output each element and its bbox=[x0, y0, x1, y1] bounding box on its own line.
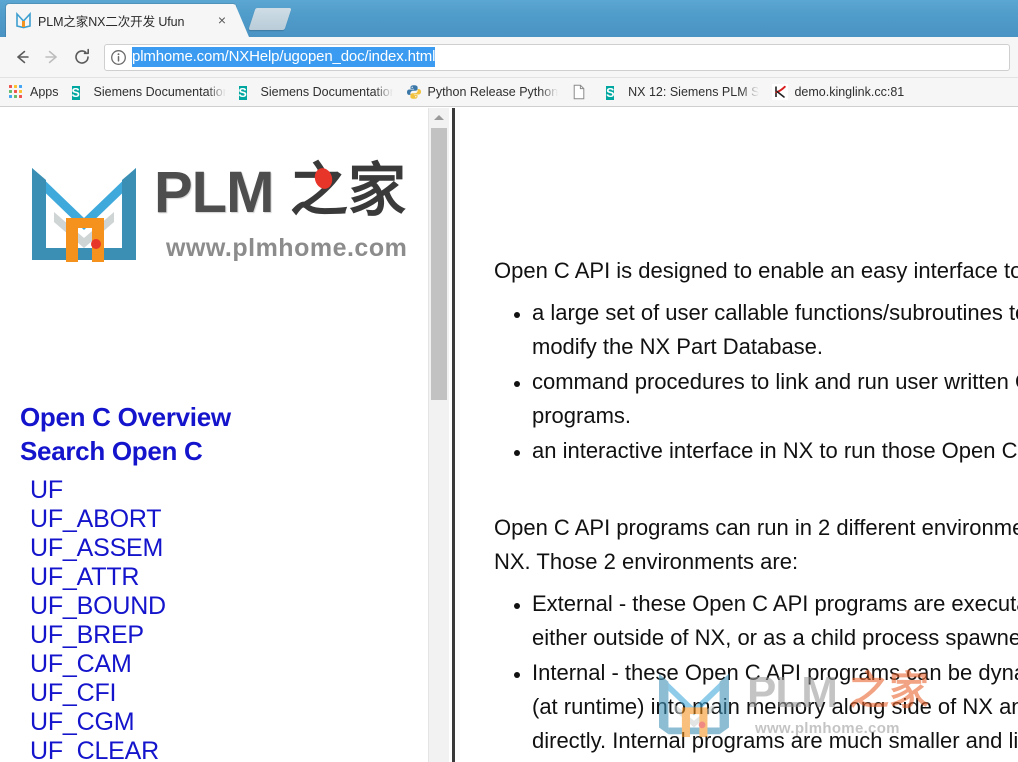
reload-button[interactable] bbox=[68, 43, 96, 71]
bookmark-siemens-documentation-2[interactable]: S Siemens Documentation bbox=[235, 81, 400, 104]
sidebar-item-uf-clear[interactable]: UF_CLEAR bbox=[30, 737, 410, 762]
sidebar-item-uf-brep[interactable]: UF_BREP bbox=[30, 621, 410, 650]
environment-list: External - these Open C API programs are… bbox=[494, 587, 1018, 762]
browser-tab-active[interactable]: PLM之家NX二次开发 Ufun × bbox=[6, 4, 249, 37]
plm-home-logo: PLM 之家 www.plmhome.com bbox=[18, 156, 410, 266]
scroll-up-arrow-icon[interactable] bbox=[429, 108, 449, 126]
url-input[interactable]: plmhome.com/NXHelp/ugopen_doc/index.html bbox=[132, 47, 435, 67]
list-item: an interactive interface in NX to run th… bbox=[532, 434, 1018, 468]
document-content: Open C API is designed to enable an easy… bbox=[455, 108, 1018, 762]
sidebar-scrollbar-thumb[interactable] bbox=[431, 128, 447, 400]
list-item: a large set of user callable functions/s… bbox=[532, 296, 1018, 364]
list-item: Internal - these Open C API programs can… bbox=[532, 656, 1018, 762]
plm-wordmark: PLM bbox=[154, 160, 274, 225]
list-item: command procedures to link and run user … bbox=[532, 365, 1018, 433]
sidebar-item-uf-assem[interactable]: UF_ASSEM bbox=[30, 534, 410, 563]
sidebar-scrollbar[interactable] bbox=[428, 108, 449, 762]
bookmark-label: Apps bbox=[30, 85, 59, 99]
environments-paragraph: Open C API programs can run in 2 differe… bbox=[494, 515, 1018, 574]
page-viewport: PLM 之家 www.plmhome.com Open C Overview S… bbox=[0, 108, 1018, 762]
forward-button[interactable] bbox=[38, 43, 66, 71]
bookmark-apps[interactable]: Apps bbox=[4, 81, 66, 104]
sidebar-frame: PLM 之家 www.plmhome.com Open C Overview S… bbox=[0, 108, 428, 762]
page-info-icon[interactable] bbox=[110, 49, 127, 66]
sidebar-item-uf-attr[interactable]: UF_ATTR bbox=[30, 563, 410, 592]
plm-logo-favicon-icon bbox=[15, 11, 32, 29]
new-tab-button[interactable] bbox=[248, 8, 292, 30]
arrow-left-icon bbox=[12, 47, 32, 67]
browser-window: PLM之家NX二次开发 Ufun × plmhome.com/NXHelp/ug… bbox=[0, 0, 1018, 762]
intro-paragraph: Open C API is designed to enable an easy… bbox=[494, 258, 1018, 283]
sidebar-item-uf[interactable]: UF bbox=[30, 476, 410, 505]
generic-page-icon bbox=[571, 84, 587, 100]
feature-list: a large set of user callable functions/s… bbox=[494, 296, 1018, 468]
reload-icon bbox=[72, 47, 92, 67]
list-item: External - these Open C API programs are… bbox=[532, 587, 1018, 655]
sidebar-item-uf-bound[interactable]: UF_BOUND bbox=[30, 592, 410, 621]
bookmark-label: NX 12: Siemens PLM S bbox=[628, 85, 760, 99]
browser-titlebar: PLM之家NX二次开发 Ufun × bbox=[0, 0, 1018, 37]
content-frame: Open C API is designed to enable an easy… bbox=[455, 108, 1018, 762]
sidebar-item-uf-cam[interactable]: UF_CAM bbox=[30, 650, 410, 679]
bookmark-python-release[interactable]: Python Release Python bbox=[402, 81, 566, 104]
bookmark-untitled-page[interactable] bbox=[567, 81, 600, 104]
bookmark-label: demo.kinglink.cc:81 bbox=[794, 85, 905, 99]
sidebar-item-uf-cgm[interactable]: UF_CGM bbox=[30, 708, 410, 737]
plm-chinese-wordmark: 之家 bbox=[290, 156, 407, 224]
back-button[interactable] bbox=[8, 43, 36, 71]
sidebar-link-search-open-c[interactable]: Search Open C bbox=[20, 436, 203, 467]
arrow-right-icon bbox=[42, 47, 62, 67]
bookmark-demo-kinglink[interactable]: demo.kinglink.cc:81 bbox=[768, 81, 911, 104]
bookmark-label: Siemens Documentation bbox=[260, 85, 393, 99]
bookmark-label: Python Release Python bbox=[427, 85, 559, 99]
apps-grid-icon bbox=[8, 84, 24, 100]
siemens-s-icon: S bbox=[238, 86, 247, 100]
sidebar-link-list: UF UF_ABORT UF_ASSEM UF_ATTR UF_BOUND UF… bbox=[30, 476, 410, 762]
sidebar-item-uf-abort[interactable]: UF_ABORT bbox=[30, 505, 410, 534]
bookmarks-bar: Apps S Siemens Documentation S Siemens D… bbox=[0, 78, 1018, 107]
python-icon bbox=[406, 84, 422, 100]
sidebar-item-uf-cfi[interactable]: UF_CFI bbox=[30, 679, 410, 708]
plm-site-url: www.plmhome.com bbox=[166, 234, 408, 262]
address-bar[interactable]: plmhome.com/NXHelp/ugopen_doc/index.html bbox=[104, 43, 1010, 71]
browser-toolbar: plmhome.com/NXHelp/ugopen_doc/index.html bbox=[0, 37, 1018, 78]
close-icon[interactable]: × bbox=[214, 12, 230, 29]
siemens-s-icon: S bbox=[606, 86, 615, 100]
kinglink-k-icon bbox=[772, 84, 789, 100]
bookmark-siemens-documentation-1[interactable]: S Siemens Documentation bbox=[68, 81, 233, 104]
tab-title: PLM之家NX二次开发 Ufun bbox=[38, 15, 185, 29]
sidebar-link-open-c-overview[interactable]: Open C Overview bbox=[20, 402, 231, 433]
siemens-s-icon: S bbox=[71, 86, 80, 100]
bookmark-label: Siemens Documentation bbox=[93, 85, 226, 99]
bookmark-nx12-siemens-plm[interactable]: S NX 12: Siemens PLM S bbox=[602, 81, 766, 104]
plm-house-logo-icon bbox=[26, 160, 142, 266]
